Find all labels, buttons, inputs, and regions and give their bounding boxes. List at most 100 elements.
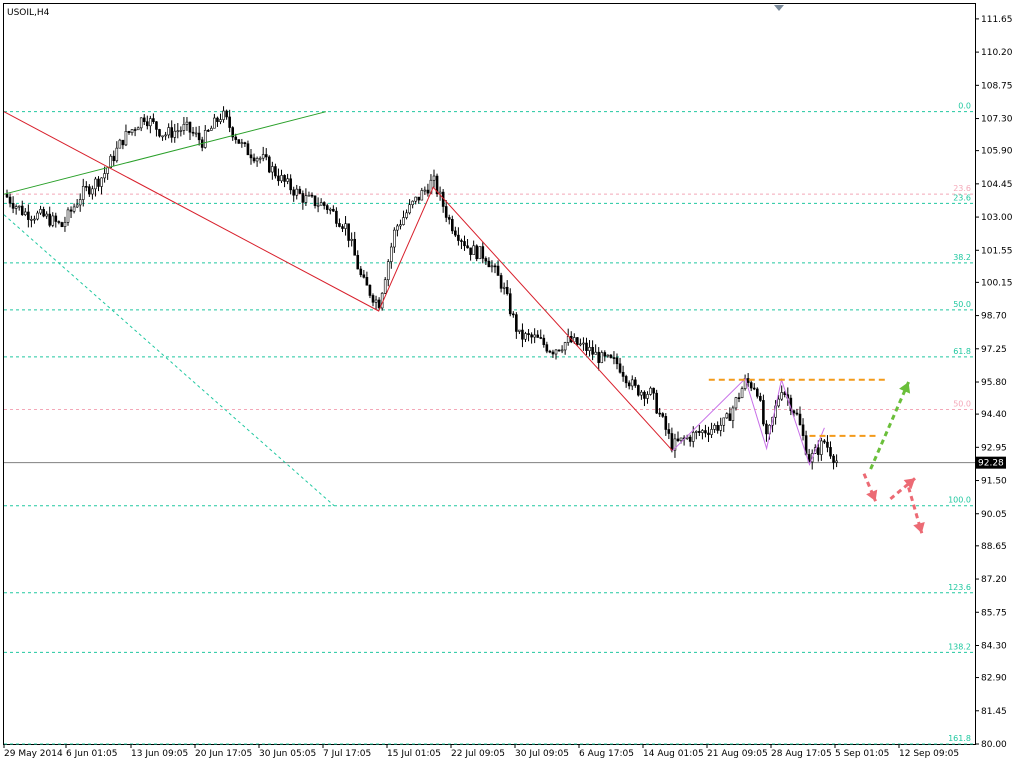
candle-body [594, 351, 597, 355]
candle [600, 350, 604, 364]
candle-body [755, 388, 759, 397]
candle-body [383, 279, 387, 294]
candle-body [447, 217, 451, 220]
candle-body [139, 117, 143, 129]
candle-body [228, 116, 231, 128]
candle-body [649, 387, 652, 395]
candle-body [33, 218, 36, 221]
candle-body [688, 436, 692, 442]
x-tick-label: 28 Aug 17:05 [771, 749, 832, 759]
candle-body [679, 437, 683, 442]
candle-body [515, 314, 518, 332]
candle-body [762, 400, 765, 425]
candle-body [472, 245, 475, 255]
candle-body [5, 193, 9, 198]
y-tick-label: 90.05 [981, 510, 1007, 520]
x-tick-label: 6 Aug 17:05 [579, 749, 634, 759]
candle-body [496, 265, 500, 276]
y-tick-label: 108.75 [981, 81, 1013, 91]
candle-body [371, 295, 375, 303]
fib-level-label: 138.2 [948, 642, 971, 651]
candle-body [749, 382, 753, 389]
candle-body [39, 209, 42, 214]
candle-body [78, 199, 82, 206]
candle-body [106, 167, 109, 174]
x-tick-label: 29 May 2014 [4, 749, 63, 759]
candle-body [676, 438, 680, 442]
candle-body [386, 261, 390, 281]
x-tick-label: 12 Sep 09:05 [899, 749, 959, 759]
candle-body [179, 130, 183, 132]
fib-level-label: 38.2 [953, 253, 971, 262]
y-tick-label: 87.20 [981, 575, 1007, 585]
candle-body [670, 433, 674, 451]
y-tick-label: 92.95 [981, 443, 1007, 453]
candle-body [737, 397, 741, 399]
candle-body [759, 396, 762, 401]
candle-body [597, 351, 601, 363]
candle-body [237, 139, 241, 144]
candle-body [612, 357, 616, 359]
candle-body [521, 329, 524, 340]
candle-body [222, 110, 225, 120]
candle-body [274, 166, 277, 177]
y-tick-label: 84.30 [981, 641, 1007, 651]
time-axis: 29 May 2014 6 Jun 01:05 13 Jun 09:05 20 Jun… [3, 744, 959, 759]
candle-body [368, 284, 372, 296]
candle-body [765, 423, 768, 435]
symbol-label: USOIL,H4 [7, 8, 50, 18]
candle [158, 128, 161, 138]
candle-body [118, 139, 122, 149]
candle-body [203, 130, 207, 148]
candle-body [426, 189, 430, 194]
candle-body [725, 413, 729, 419]
y-tick-label: 110.20 [981, 48, 1013, 58]
candle-body [344, 223, 347, 229]
candle [237, 139, 241, 144]
fib-level-label: 23.6 [953, 193, 971, 202]
candle-body [444, 206, 448, 218]
candle-body [481, 246, 485, 259]
candle-body [624, 376, 628, 384]
candle-body [835, 460, 838, 463]
candle-body [484, 258, 488, 262]
candle-body [347, 223, 350, 241]
candle [109, 154, 112, 169]
candle-body [121, 139, 125, 146]
y-tick-label: 111.65 [981, 15, 1013, 25]
candle-body [149, 118, 152, 127]
candle-body [539, 337, 543, 339]
y-tick-label: 100.15 [981, 278, 1013, 288]
candle-body [280, 175, 283, 182]
candle-body [152, 118, 155, 122]
chart-border [3, 3, 976, 745]
candle [435, 173, 439, 197]
candle-body [142, 117, 146, 122]
y-tick-label: 105.90 [981, 147, 1013, 157]
candle-body [777, 398, 780, 407]
candle-body [658, 412, 662, 415]
candle-body [490, 265, 494, 268]
candle-body [283, 175, 286, 182]
x-tick-label: 15 Jul 01:05 [387, 749, 441, 759]
candle-body [646, 394, 649, 399]
x-tick-label: 7 Jul 17:05 [323, 749, 371, 759]
candle-body [335, 210, 338, 224]
candle-body [94, 178, 97, 190]
candle-body [691, 432, 695, 442]
candle-body [405, 212, 408, 218]
candle-body [829, 447, 832, 457]
candle-body [728, 413, 732, 421]
candle-body [48, 213, 52, 226]
candle-body [316, 204, 320, 207]
fib-level-label: 100.0 [948, 496, 971, 505]
price-chart[interactable]: 0.0 23.623.6 38.2 50.0 61.8 50.0 100.0 123.6 138… [0, 0, 1018, 764]
candle-body [505, 286, 509, 294]
candle-body [36, 212, 39, 220]
candle-body [359, 268, 363, 276]
candle-body [460, 240, 463, 242]
candle-body [155, 121, 158, 130]
candle-body [264, 154, 268, 158]
candle-body [252, 157, 256, 162]
y-tick-label: 97.25 [981, 345, 1007, 355]
